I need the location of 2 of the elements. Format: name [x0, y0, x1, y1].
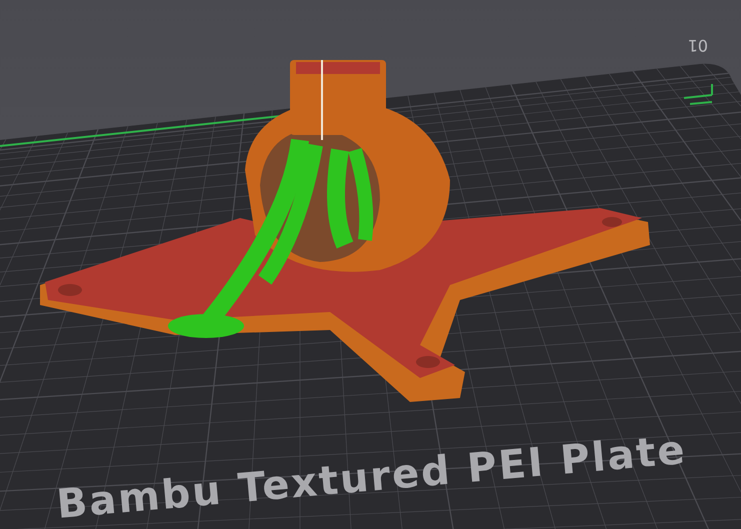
plate-label: Bambu Textured PEI Plate	[54, 427, 688, 528]
plate-number: 01	[688, 36, 708, 55]
